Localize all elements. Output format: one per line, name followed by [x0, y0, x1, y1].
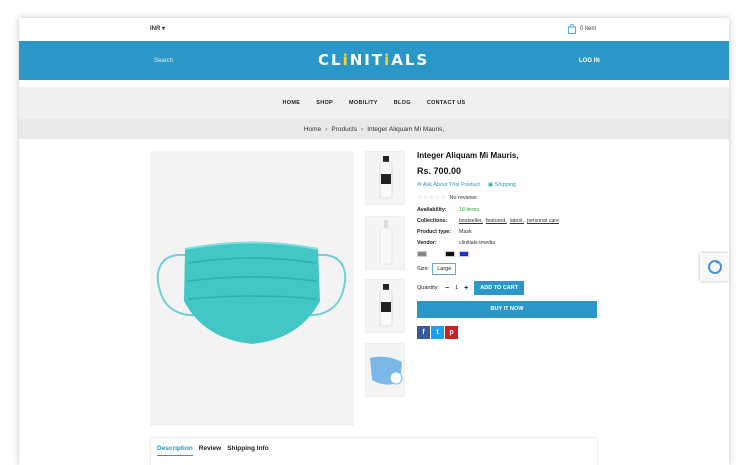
availability-value: 18 items	[459, 207, 480, 213]
envelope-icon: ✉	[417, 182, 422, 188]
tab-shipping-info[interactable]: Shipping Info	[227, 445, 269, 456]
shipping-link[interactable]: ▣ Shipping	[488, 182, 516, 188]
breadcrumb: Home › Products › Integer Aliquam Mi Mauris,	[19, 126, 729, 133]
spray-bottle-image	[379, 284, 393, 327]
twitter-icon[interactable]: t	[431, 326, 444, 339]
size-selector: Size: Large	[417, 263, 598, 275]
product-type-label: Product type:	[417, 229, 452, 235]
breadcrumb-products[interactable]: Products	[331, 126, 357, 133]
face-mask-image	[156, 241, 347, 344]
collection-link[interactable]: featured,	[486, 218, 507, 224]
truck-icon: ▣	[487, 182, 494, 188]
color-swatch[interactable]	[445, 251, 455, 257]
collection-link[interactable]: personal care	[527, 218, 559, 224]
page-frame: INR ▾ 0 item Search CLiNITiALS LOG IN HO…	[19, 18, 729, 465]
facebook-icon[interactable]: f	[417, 326, 430, 339]
search-input[interactable]: Search	[154, 58, 173, 64]
vendor-label: Vendor:	[417, 240, 437, 246]
site-logo[interactable]: CLiNITiALS	[318, 51, 429, 69]
main-nav: HOME SHOP MOBILITY BLOG CONTACT US	[19, 100, 729, 106]
color-swatch[interactable]	[431, 251, 441, 257]
nav-contact[interactable]: CONTACT US	[427, 100, 466, 106]
login-link[interactable]: LOG IN	[579, 58, 600, 64]
spray-bottle-image	[379, 220, 393, 265]
availability-label: Availability:	[417, 207, 447, 213]
tab-review[interactable]: Review	[199, 445, 221, 456]
nav-mobility[interactable]: MOBILITY	[349, 100, 378, 106]
product-title: Integer Aliquam Mi Mauris,	[417, 151, 519, 160]
tab-description[interactable]: Description	[157, 445, 193, 456]
main-product-image[interactable]	[150, 151, 354, 426]
quantity-row: Quantity: − 1 + ADD TO CART	[417, 281, 598, 295]
ask-about-product-link[interactable]: ✉ Ask About This Product	[417, 182, 480, 188]
social-share: f t p	[417, 326, 598, 339]
product-type-value: Mask	[459, 229, 472, 235]
add-to-cart-button[interactable]: ADD TO CART	[474, 281, 525, 295]
breadcrumb-current: Integer Aliquam Mi Mauris,	[367, 126, 445, 133]
reviews: ☆☆☆☆☆ No reviews	[417, 194, 598, 202]
size-label: Size:	[417, 266, 430, 272]
collection-link[interactable]: latest,	[510, 218, 524, 224]
shopping-bag-icon	[568, 24, 576, 34]
buy-now-button[interactable]: BUY IT NOW	[417, 301, 597, 318]
collection-link[interactable]: bestseller,	[459, 218, 483, 224]
collections-label: Collections:	[417, 218, 448, 224]
product-specs: Availability: 18 items Collections: bests…	[417, 207, 598, 246]
nav-blog[interactable]: BLOG	[394, 100, 411, 106]
site-header: Search CLiNITiALS LOG IN	[19, 41, 729, 80]
cart-count: 0 item	[580, 26, 597, 32]
quantity-label: Quantity:	[417, 285, 440, 291]
quantity-value[interactable]: 1	[455, 285, 458, 291]
product-price: Rs. 700.00	[417, 166, 462, 176]
star-rating-icon: ☆☆☆☆☆	[417, 195, 447, 201]
color-swatch[interactable]	[417, 251, 427, 257]
recaptcha-icon	[707, 260, 722, 274]
product-tabs: Description Review Shipping Info	[150, 437, 598, 465]
reviews-count: No reviews	[449, 194, 477, 201]
vendor-value: clinitials-tmedia	[459, 240, 496, 246]
color-swatch[interactable]	[459, 251, 469, 257]
nav-home[interactable]: HOME	[283, 100, 301, 106]
product-thumbnail[interactable]	[365, 343, 405, 397]
currency-selector[interactable]: INR ▾	[150, 25, 165, 32]
pinterest-icon[interactable]: p	[445, 326, 458, 339]
quantity-increase-button[interactable]: +	[464, 285, 468, 292]
quantity-decrease-button[interactable]: −	[445, 285, 449, 292]
product-links: ✉ Ask About This Product ▣ Shipping	[417, 182, 598, 188]
product-thumbnail[interactable]	[365, 151, 405, 205]
breadcrumb-bar: Home › Products › Integer Aliquam Mi Mauris,	[19, 119, 729, 139]
cart-link[interactable]: 0 item	[568, 24, 596, 34]
product-thumbnail[interactable]	[365, 216, 405, 270]
product-thumbnail[interactable]	[365, 279, 405, 333]
top-bar: INR ▾ 0 item	[19, 18, 729, 41]
chevron-right-icon: ›	[325, 126, 328, 133]
spray-bottle-image	[379, 156, 393, 199]
breadcrumb-home[interactable]: Home	[304, 126, 321, 133]
size-option-large[interactable]: Large	[432, 263, 457, 275]
color-swatches	[417, 251, 598, 257]
nav-bar: HOME SHOP MOBILITY BLOG CONTACT US	[19, 87, 729, 119]
nav-shop[interactable]: SHOP	[316, 100, 333, 106]
recaptcha-badge[interactable]	[700, 253, 729, 281]
product-info: Integer Aliquam Mi Mauris, Rs. 700.00 ✉ …	[417, 151, 598, 339]
chevron-right-icon: ›	[361, 126, 364, 133]
face-mask-thumbnail-image	[370, 356, 403, 385]
